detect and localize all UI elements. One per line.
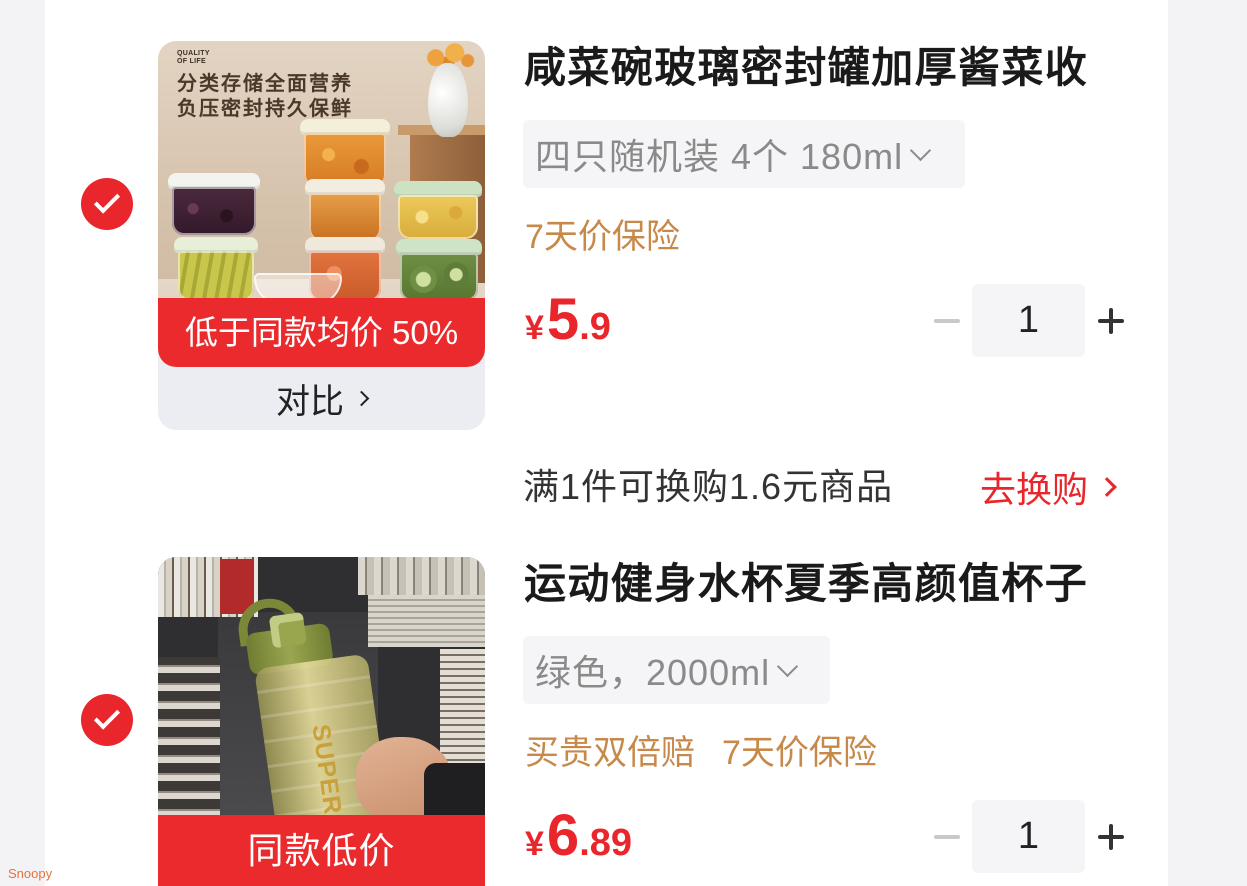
price-compare-banner: 低于同款均价 50%	[158, 298, 485, 367]
price-compare-banner: 同款低价	[158, 815, 485, 886]
service-tag: 买贵双倍赔	[525, 734, 695, 772]
product-image[interactable]: SUPER 同款低价	[158, 557, 485, 886]
sleeve	[424, 763, 485, 823]
glass-jar	[396, 239, 482, 301]
chevron-down-icon	[776, 655, 799, 677]
service-tag: 7天价保险	[722, 734, 877, 772]
service-tags: 7天价保险	[525, 216, 680, 258]
decrease-button[interactable]	[927, 817, 967, 857]
product-photo: SUPER 同款低价	[158, 557, 485, 886]
exchange-button[interactable]: 去换购	[980, 465, 1117, 510]
glass-jar	[394, 181, 482, 239]
product-title[interactable]: 运动健身水杯夏季高颜值杯子	[524, 560, 1088, 608]
item-checkbox[interactable]	[81, 178, 133, 230]
spec-selector[interactable]: 绿色，2000ml	[523, 636, 830, 704]
spec-selector[interactable]: 四只随机装 4个 180ml	[523, 120, 965, 188]
compare-button[interactable]: 对比	[158, 367, 485, 430]
check-icon	[93, 187, 121, 214]
price-currency: ¥	[525, 309, 544, 347]
increase-button[interactable]	[1091, 301, 1131, 341]
compare-label: 对比	[276, 383, 344, 421]
plus-icon	[1098, 308, 1124, 334]
glass-jar	[300, 119, 390, 187]
product-photo: QUALITY OF LIFE 分类存储全面营养 负压密封持久保鲜 低于同款均价…	[158, 41, 485, 367]
product-title[interactable]: 咸菜碗玻璃密封罐加厚酱菜收	[524, 44, 1088, 92]
service-tags: 买贵双倍赔 7天价保险	[525, 732, 877, 774]
increase-button[interactable]	[1091, 817, 1131, 857]
chevron-right-icon	[1097, 477, 1117, 497]
exchange-offer-text: 满1件可换购1.6元商品	[523, 466, 894, 507]
price-integer: 5	[546, 287, 580, 352]
minus-icon	[934, 835, 960, 839]
price-currency: ¥	[525, 825, 544, 863]
item-checkbox[interactable]	[81, 694, 133, 746]
chevron-down-icon	[909, 139, 932, 161]
minus-icon	[934, 319, 960, 323]
price: ¥ 6 .89	[525, 804, 632, 868]
watermark: Snoopy	[8, 866, 53, 881]
decrease-button[interactable]	[927, 301, 967, 341]
vase	[428, 63, 468, 137]
quantity-input[interactable]: 1	[972, 800, 1085, 873]
photo-brand-mark: QUALITY OF LIFE	[177, 50, 210, 65]
plus-icon	[1098, 824, 1124, 850]
glass-jar	[168, 173, 260, 235]
product-image[interactable]: QUALITY OF LIFE 分类存储全面营养 负压密封持久保鲜 低于同款均价…	[158, 41, 485, 430]
price-decimal: .9	[579, 306, 611, 348]
bottle-spout	[268, 611, 307, 649]
service-tag: 7天价保险	[525, 218, 680, 256]
cart-item: SUPER 同款低价 运动健身水杯夏季高颜值杯子 绿色，2000ml 买贵双倍赔…	[0, 516, 1247, 886]
exchange-label: 去换购	[980, 469, 1089, 510]
price: ¥ 5 .9	[525, 288, 611, 352]
photo-headline: 分类存储全面营养	[177, 73, 353, 95]
spec-value: 绿色，2000ml	[535, 652, 771, 693]
glass-jar	[305, 179, 385, 241]
cart-item: QUALITY OF LIFE 分类存储全面营养 负压密封持久保鲜 低于同款均价…	[0, 0, 1247, 460]
photo-headline: 负压密封持久保鲜	[177, 98, 353, 120]
quantity-input[interactable]: 1	[972, 284, 1085, 357]
glass-jar	[174, 237, 258, 301]
chevron-right-icon	[353, 390, 370, 407]
price-decimal: .89	[579, 822, 633, 864]
spec-value: 四只随机装 4个 180ml	[535, 136, 904, 177]
check-icon	[93, 703, 121, 730]
price-integer: 6	[546, 803, 580, 868]
